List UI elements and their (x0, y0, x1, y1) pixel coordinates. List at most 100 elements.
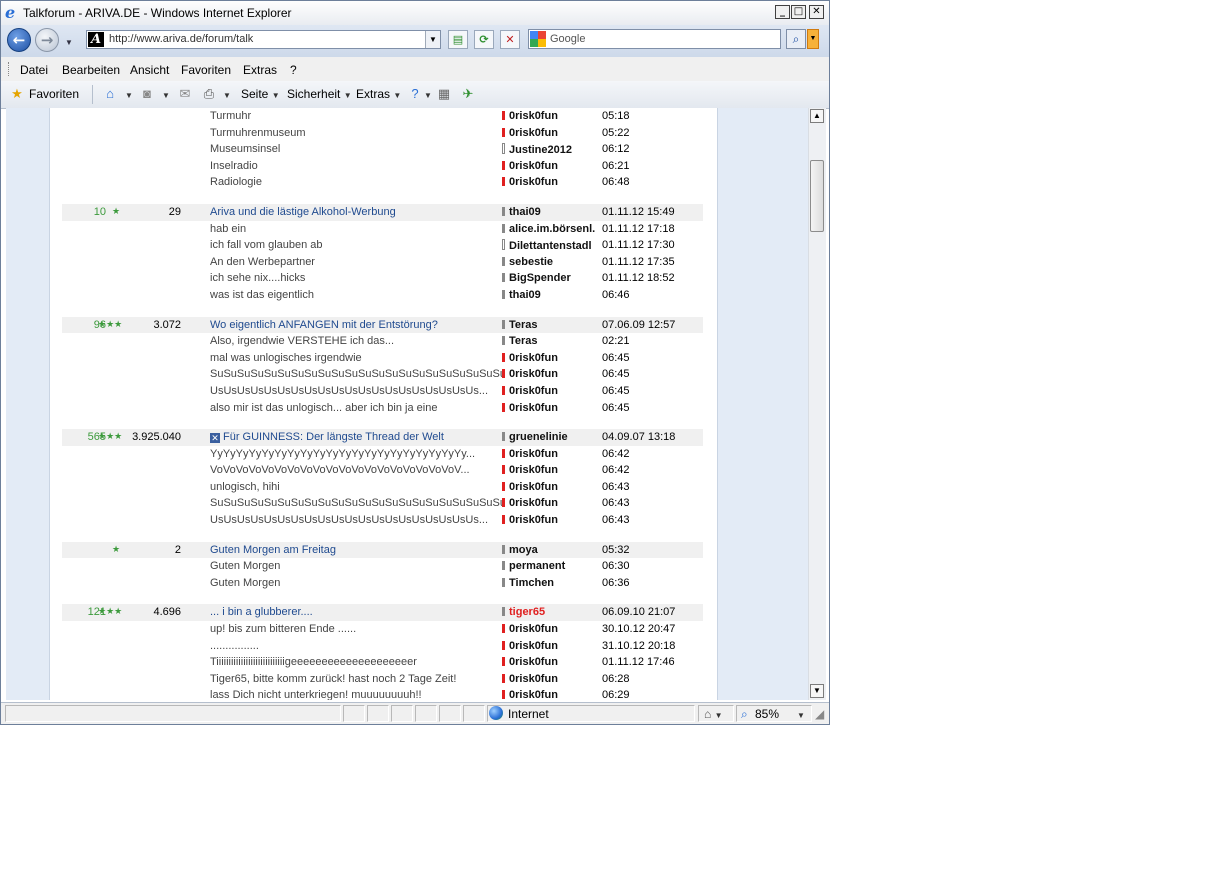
reply-title-link[interactable]: VoVoVoVoVoVoVoVoVoVoVoVoVoVoVoVoVoVoVoV.… (210, 464, 502, 476)
home-icon[interactable]: ⌂ (101, 85, 119, 103)
thread-title-link[interactable]: Wo eigentlich ANFANGEN mit der Entstörun… (210, 319, 502, 331)
reply-title-link[interactable]: UsUsUsUsUsUsUsUsUsUsUsUsUsUsUsUsUsUsUsUs… (210, 385, 502, 397)
reply-author-link[interactable]: 0risk0fun (502, 110, 596, 122)
back-button[interactable]: ← (7, 28, 31, 52)
reply-author-link[interactable]: 0risk0fun (502, 640, 596, 652)
reply-title-link[interactable]: Museumsinsel (210, 143, 502, 155)
security-menu-button[interactable]: Sicherheit ▼ (287, 87, 352, 101)
reply-title-link[interactable]: UsUsUsUsUsUsUsUsUsUsUsUsUsUsUsUsUsUsUsUs… (210, 514, 502, 526)
resize-grip-icon[interactable]: ◢ (815, 707, 824, 721)
reply-title-link[interactable]: Radiologie (210, 176, 502, 188)
reply-title-link[interactable]: Tiiiiiiiiiiiiiiiiiiiiiiiiiiiigeeeeeeeeee… (210, 656, 502, 668)
forward-button[interactable]: → (35, 28, 59, 52)
reply-author-link[interactable]: 0risk0fun (502, 448, 596, 460)
reply-author-link[interactable]: 0risk0fun (502, 689, 596, 700)
stop-button[interactable]: ✕ (500, 30, 520, 49)
url-dropdown-icon[interactable]: ▼ (425, 31, 440, 48)
reply-title-link[interactable]: was ist das eigentlich (210, 289, 502, 301)
print-dropdown-icon[interactable]: ▼ (218, 85, 236, 103)
reply-title-link[interactable]: up! bis zum bitteren Ende ...... (210, 623, 502, 635)
send-to-onenote-icon[interactable]: ✈ (459, 85, 477, 103)
thread-author-link[interactable]: Teras (502, 319, 596, 331)
reply-author-link[interactable]: Timchen (502, 577, 596, 589)
reply-title-link[interactable]: ich sehe nix....hicks (210, 272, 502, 284)
scroll-down-arrow-icon[interactable]: ▼ (810, 684, 824, 698)
reply-author-link[interactable]: 0risk0fun (502, 385, 596, 397)
reply-author-link[interactable]: 0risk0fun (502, 623, 596, 635)
thread-author-link[interactable]: thai09 (502, 206, 596, 218)
history-dropdown-icon[interactable]: ▼ (65, 38, 73, 47)
reply-author-link[interactable]: 0risk0fun (502, 352, 596, 364)
mail-icon[interactable]: ✉ (176, 85, 194, 103)
search-button[interactable]: ⌕ (786, 29, 806, 49)
reply-title-link[interactable]: also mir ist das unlogisch... aber ich b… (210, 402, 502, 414)
reply-author-link[interactable]: thai09 (502, 289, 596, 301)
menu-help[interactable]: ? (290, 63, 297, 77)
menu-bearbeiten[interactable]: Bearbeiten (62, 63, 120, 77)
search-options-dropdown-icon[interactable]: ▼ (807, 29, 819, 49)
maximize-button[interactable]: □ (791, 5, 806, 19)
research-icon[interactable]: ▦ (435, 85, 453, 103)
reply-author-link[interactable]: 0risk0fun (502, 514, 596, 526)
thread-title-link[interactable]: Guten Morgen am Freitag (210, 544, 502, 556)
reply-author-link[interactable]: sebestie (502, 256, 596, 268)
print-icon[interactable]: ⎙ (200, 85, 218, 103)
reply-author-link[interactable]: 0risk0fun (502, 127, 596, 139)
reply-title-link[interactable]: Inselradio (210, 160, 502, 172)
reply-title-link[interactable]: Guten Morgen (210, 560, 502, 572)
reply-author-link[interactable]: BigSpender (502, 272, 596, 284)
reply-title-link[interactable]: An den Werbepartner (210, 256, 502, 268)
refresh-button[interactable]: ⟳ (474, 30, 494, 49)
reply-title-link[interactable]: hab ein (210, 223, 502, 235)
thread-title-link[interactable]: ... i bin a glubberer.... (210, 606, 502, 618)
reply-title-link[interactable]: mal was unlogisches irgendwie (210, 352, 502, 364)
menu-datei[interactable]: Datei (20, 63, 48, 77)
minimize-button[interactable]: _ (775, 5, 790, 19)
reply-author-link[interactable]: 0risk0fun (502, 481, 596, 493)
reply-author-link[interactable]: 0risk0fun (502, 368, 596, 380)
reply-author-link[interactable]: Dilettantenstadl (502, 239, 596, 252)
menu-favoriten[interactable]: Favoriten (181, 63, 231, 77)
reply-title-link[interactable]: Guten Morgen (210, 577, 502, 589)
reply-author-link[interactable]: 0risk0fun (502, 160, 596, 172)
reply-title-link[interactable]: ich fall vom glauben ab (210, 239, 502, 251)
vertical-scrollbar[interactable]: ▲ ▼ (808, 108, 826, 700)
reply-title-link[interactable]: lass Dich nicht unterkriegen! muuuuuuuuh… (210, 689, 502, 700)
reply-author-link[interactable]: 0risk0fun (502, 176, 596, 188)
reply-author-link[interactable]: 0risk0fun (502, 402, 596, 414)
zoom-dropdown-icon[interactable]: ▼ (797, 707, 805, 721)
protected-mode-icon[interactable]: ⌂ ▼ (704, 707, 723, 721)
reply-title-link[interactable]: Tiger65, bitte komm zurück! hast noch 2 … (210, 673, 502, 685)
reply-title-link[interactable]: Turmuhr (210, 110, 502, 122)
reply-title-link[interactable]: unlogisch, hihi (210, 481, 502, 493)
thread-title-link[interactable]: ✕ Für GUINNESS: Der längste Thread der We… (210, 431, 502, 444)
scroll-up-arrow-icon[interactable]: ▲ (810, 109, 824, 123)
reply-author-link[interactable]: 0risk0fun (502, 497, 596, 509)
reply-author-link[interactable]: 0risk0fun (502, 656, 596, 668)
feeds-icon[interactable]: ◙ (138, 85, 156, 103)
reply-author-link[interactable]: alice.im.börsenl. (502, 223, 596, 235)
menu-extras[interactable]: Extras (243, 63, 277, 77)
thread-author-link[interactable]: tiger65 (502, 606, 596, 618)
reply-title-link[interactable]: ................ (210, 640, 502, 652)
url-input[interactable]: A http://www.ariva.de/forum/talk ▼ (86, 30, 441, 49)
thread-title-link[interactable]: Ariva und die lästige Alkohol-Werbung (210, 206, 502, 218)
reply-author-link[interactable]: Justine2012 (502, 143, 596, 156)
close-button[interactable]: ✕ (809, 5, 824, 19)
feeds-dropdown-icon[interactable]: ▼ (157, 85, 175, 103)
scrollbar-thumb[interactable] (810, 160, 824, 232)
reply-title-link[interactable]: Turmuhrenmuseum (210, 127, 502, 139)
search-input[interactable]: Google (528, 29, 781, 49)
reply-author-link[interactable]: 0risk0fun (502, 464, 596, 476)
reply-author-link[interactable]: permanent (502, 560, 596, 572)
menu-ansicht[interactable]: Ansicht (130, 63, 169, 77)
favorites-button[interactable]: Favoriten (29, 87, 79, 101)
home-dropdown-icon[interactable]: ▼ (120, 85, 138, 103)
extras-menu-button[interactable]: Extras ▼ (356, 87, 401, 101)
reply-author-link[interactable]: Teras (502, 335, 596, 347)
reply-title-link[interactable]: Also, irgendwie VERSTEHE ich das... (210, 335, 502, 347)
thread-author-link[interactable]: moya (502, 544, 596, 556)
reply-title-link[interactable]: SuSuSuSuSuSuSuSuSuSuSuSuSuSuSuSuSuSuSuSu… (210, 368, 502, 380)
thread-author-link[interactable]: gruenelinie (502, 431, 596, 443)
page-menu-button[interactable]: Seite ▼ (241, 87, 280, 101)
